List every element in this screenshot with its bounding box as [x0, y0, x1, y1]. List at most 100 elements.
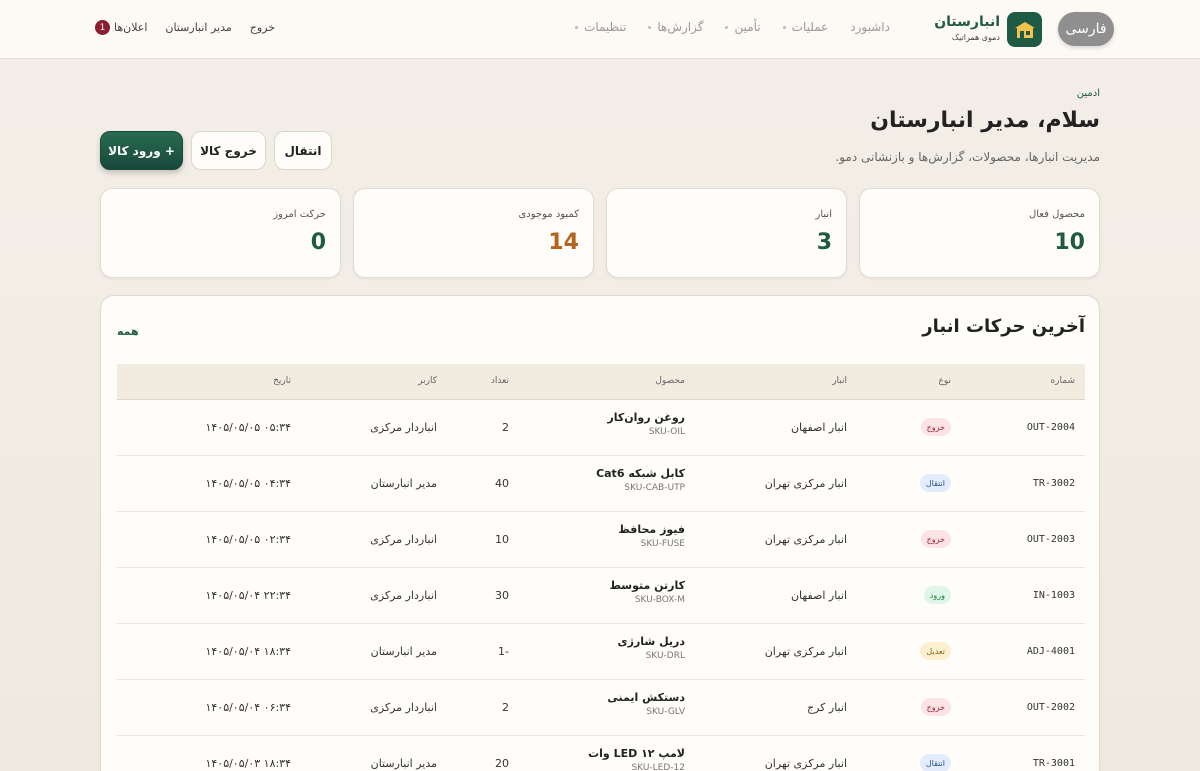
product-sku: SKU-LED-12: [631, 763, 685, 771]
role-label: ادمین: [1076, 88, 1100, 99]
notifications-link[interactable]: اعلان‌ها 1: [95, 20, 147, 35]
quantity: 20: [495, 757, 509, 770]
column-header-date: تاریخ: [273, 376, 291, 386]
movement-date: ۱۸:۳۴ ۱۴۰۵/۰۵/۰۳: [205, 757, 291, 770]
product-cell: دستکش ایمنی SKU-GLV: [607, 691, 685, 717]
notifications-count-badge: 1: [95, 20, 110, 35]
user-name: مدیر انبارستان: [370, 477, 437, 490]
product-sku: SKU-GLV: [646, 707, 685, 717]
product-cell: فیوز محافظ SKU-FUSE: [618, 523, 685, 549]
product-cell: لامپ LED ۱۲ وات SKU-LED-12: [588, 747, 685, 771]
product-sku: SKU-FUSE: [640, 539, 685, 549]
stats-cards: محصول فعال 10 انبار 3 کمبود موجودی 14 حر…: [100, 188, 1100, 278]
movement-number: TR-3001: [1032, 758, 1075, 769]
stat-value: 10: [1054, 230, 1085, 255]
dropdown-dot-icon: [575, 25, 579, 29]
quantity: 30: [495, 589, 509, 602]
stat-low-stock: کمبود موجودی 14: [353, 188, 594, 278]
warehouse-name: انبار کرج: [806, 701, 847, 714]
product-sku: SKU-CAB-UTP: [624, 483, 685, 493]
nav-settings[interactable]: تنظیمات: [575, 20, 626, 34]
product-name: کارتن متوسط: [609, 579, 685, 592]
brand-title[interactable]: انبارستان: [934, 14, 1000, 30]
nav-reports[interactable]: گزارش‌ها: [648, 20, 703, 34]
panel-title: آخرین حرکات انبار: [922, 316, 1085, 337]
stat-label: انبار: [815, 209, 832, 220]
user-name[interactable]: مدیر انبارستان: [165, 21, 231, 34]
nav-operations[interactable]: عملیات: [782, 20, 829, 34]
type-badge: تعدیل: [920, 642, 951, 660]
product-cell: کارتن متوسط SKU-BOX-M: [609, 579, 685, 605]
outbound-button[interactable]: خروج کالا: [191, 131, 266, 170]
nav-label: تأمین: [734, 20, 761, 34]
type-badge: انتقال: [919, 474, 951, 492]
product-name: فیوز محافظ: [618, 523, 685, 536]
table-row[interactable]: IN-1003 ورود انبار اصفهان کارتن متوسط SK…: [117, 568, 1085, 624]
user-area: اعلان‌ها 1 مدیر انبارستان خروج: [95, 20, 275, 35]
table-row[interactable]: ADJ-4001 تعدیل انبار مرکزی تهران دریل شا…: [117, 624, 1085, 680]
transfer-button[interactable]: انتقال: [274, 131, 332, 170]
page-subtitle: مدیریت انبارها، محصولات، گزارش‌ها و بازن…: [835, 150, 1100, 164]
nav-label: عملیات: [791, 20, 829, 34]
nav-supply[interactable]: تأمین: [725, 20, 761, 34]
type-badge: خروج: [920, 530, 951, 548]
column-header-user: کاربر: [418, 376, 437, 386]
movement-date: ۰۴:۳۴ ۱۴۰۵/۰۵/۰۵: [205, 477, 291, 490]
column-header-product: محصول: [655, 376, 685, 386]
table-row[interactable]: OUT-2002 خروج انبار کرج دستکش ایمنی SKU-…: [117, 680, 1085, 736]
column-header-qty: تعداد: [490, 376, 509, 386]
type-badge: انتقال: [919, 754, 951, 771]
table-row[interactable]: OUT-2003 خروج انبار مرکزی تهران فیوز محا…: [117, 512, 1085, 568]
notifications-label: اعلان‌ها: [114, 21, 148, 34]
nav-label: تنظیمات: [584, 20, 627, 34]
table-row[interactable]: TR-3002 انتقال انبار مرکزی تهران کابل شب…: [117, 456, 1085, 512]
column-header-number: شماره: [1050, 376, 1075, 386]
table-row[interactable]: OUT-2004 خروج انبار اصفهان روغن روان‌کار…: [117, 400, 1085, 456]
dropdown-dot-icon: [782, 25, 786, 29]
product-cell: روغن روان‌کار SKU-OIL: [607, 411, 685, 437]
movement-date: ۰۵:۳۴ ۱۴۰۵/۰۵/۰۵: [205, 421, 291, 434]
inbound-button[interactable]: + ورود کالا: [100, 131, 183, 170]
logout-link[interactable]: خروج: [250, 21, 275, 34]
language-button[interactable]: فارسی: [1058, 12, 1114, 46]
page-title: سلام، مدیر انبارستان: [870, 108, 1100, 133]
main-nav: داشبورد عملیات تأمین گزارش‌ها تنظیمات: [553, 20, 890, 34]
nav-dashboard[interactable]: داشبورد: [850, 20, 890, 34]
warehouse-name: انبار اصفهان: [790, 421, 847, 434]
warehouse-name: انبار مرکزی تهران: [764, 477, 847, 490]
user-name: انباردار مرکزی: [370, 533, 437, 546]
dropdown-dot-icon: [648, 25, 652, 29]
movement-date: ۰۲:۳۴ ۱۴۰۵/۰۵/۰۵: [205, 533, 291, 546]
movement-number: OUT-2003: [1026, 534, 1075, 545]
quick-actions: + ورود کالا خروج کالا انتقال: [100, 131, 332, 170]
dropdown-dot-icon: [725, 25, 729, 29]
recent-movements-panel: آخرین حرکات انبار همه شماره نوع انبار مح…: [100, 295, 1100, 771]
quantity: -1: [498, 645, 509, 658]
stat-today-movements: حرکت امروز 0: [100, 188, 341, 278]
product-sku: SKU-BOX-M: [634, 595, 685, 605]
user-name: انباردار مرکزی: [370, 589, 437, 602]
column-header-warehouse: انبار: [832, 376, 847, 386]
user-name: مدیر انبارستان: [370, 757, 437, 770]
product-cell: دریل شارژی SKU-DRL: [618, 635, 685, 661]
brand-subtitle: دموی همراتیک: [951, 33, 1000, 42]
product-name: دستکش ایمنی: [607, 691, 685, 704]
warehouse-name: انبار مرکزی تهران: [764, 645, 847, 658]
warehouse-logo-icon[interactable]: [1007, 12, 1042, 47]
view-all-link[interactable]: همه: [117, 325, 139, 338]
stat-value: 0: [310, 230, 326, 255]
stat-label: محصول فعال: [1028, 209, 1085, 220]
product-name: دریل شارژی: [617, 635, 685, 648]
movement-number: OUT-2004: [1026, 422, 1075, 433]
warehouse-name: انبار مرکزی تهران: [764, 533, 847, 546]
quantity: 40: [495, 477, 509, 490]
movement-number: IN-1003: [1032, 590, 1075, 601]
quantity: 2: [502, 421, 509, 434]
product-name: روغن روان‌کار: [607, 411, 685, 424]
product-name: کابل شبکه Cat6: [596, 467, 685, 480]
quantity: 10: [495, 533, 509, 546]
table-row[interactable]: TR-3001 انتقال انبار مرکزی تهران لامپ LE…: [117, 736, 1085, 771]
product-name: لامپ LED ۱۲ وات: [588, 747, 685, 760]
type-badge: ورود: [923, 586, 951, 604]
column-header-type: نوع: [938, 376, 951, 386]
